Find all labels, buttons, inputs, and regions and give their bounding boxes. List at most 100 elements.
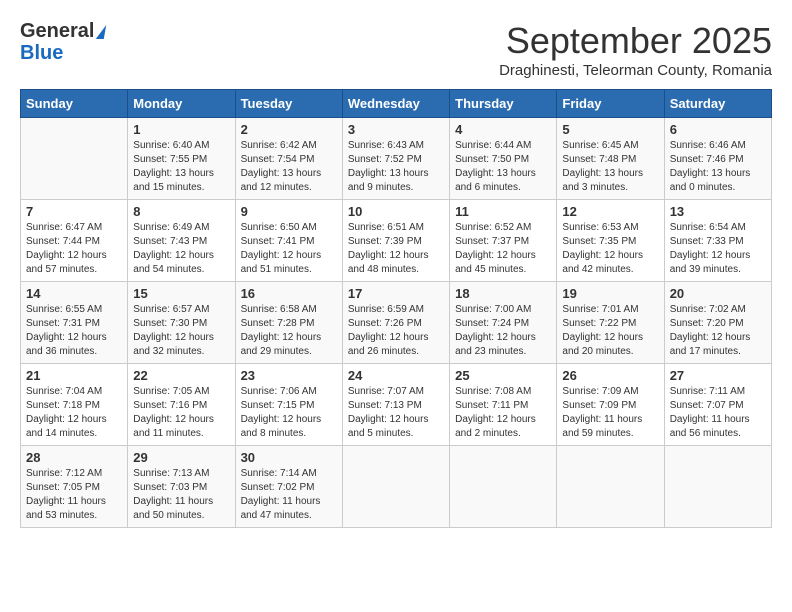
day-number: 8 (133, 204, 229, 219)
day-info: Sunrise: 7:02 AM Sunset: 7:20 PM Dayligh… (670, 303, 766, 359)
day-cell: 17 Sunrise: 6:59 AM Sunset: 7:26 PM Dayli… (342, 282, 449, 364)
day-number: 7 (26, 204, 122, 219)
day-cell: 4 Sunrise: 6:44 AM Sunset: 7:50 PM Daylig… (450, 118, 557, 200)
day-info: Sunrise: 7:13 AM Sunset: 7:03 PM Dayligh… (133, 467, 229, 523)
day-number: 19 (562, 286, 658, 301)
day-number: 14 (26, 286, 122, 301)
calendar-table: SundayMondayTuesdayWednesdayThursdayFrid… (20, 89, 772, 528)
day-info: Sunrise: 6:58 AM Sunset: 7:28 PM Dayligh… (241, 303, 337, 359)
day-info: Sunrise: 6:51 AM Sunset: 7:39 PM Dayligh… (348, 221, 444, 277)
weekday-header-thursday: Thursday (450, 90, 557, 118)
day-number: 12 (562, 204, 658, 219)
day-info: Sunrise: 6:44 AM Sunset: 7:50 PM Dayligh… (455, 139, 551, 195)
day-number: 24 (348, 368, 444, 383)
day-cell: 18 Sunrise: 7:00 AM Sunset: 7:24 PM Dayli… (450, 282, 557, 364)
header-row: SundayMondayTuesdayWednesdayThursdayFrid… (21, 90, 772, 118)
day-number: 17 (348, 286, 444, 301)
day-number: 15 (133, 286, 229, 301)
day-cell (450, 446, 557, 528)
day-cell: 28 Sunrise: 7:12 AM Sunset: 7:05 PM Dayli… (21, 446, 128, 528)
day-cell: 14 Sunrise: 6:55 AM Sunset: 7:31 PM Dayli… (21, 282, 128, 364)
week-row-2: 7 Sunrise: 6:47 AM Sunset: 7:44 PM Daylig… (21, 200, 772, 282)
day-number: 23 (241, 368, 337, 383)
week-row-1: 1Sunrise: 6:40 AM Sunset: 7:55 PM Daylig… (21, 118, 772, 200)
day-info: Sunrise: 6:50 AM Sunset: 7:41 PM Dayligh… (241, 221, 337, 277)
day-number: 5 (562, 122, 658, 137)
day-cell: 8 Sunrise: 6:49 AM Sunset: 7:43 PM Daylig… (128, 200, 235, 282)
day-cell: 23 Sunrise: 7:06 AM Sunset: 7:15 PM Dayli… (235, 364, 342, 446)
day-number: 16 (241, 286, 337, 301)
day-cell: 13Sunrise: 6:54 AM Sunset: 7:33 PM Dayli… (664, 200, 771, 282)
logo-general: General (20, 20, 105, 42)
page-header: General Blue September 2025 Draghinesti,… (20, 20, 772, 79)
day-info: Sunrise: 7:07 AM Sunset: 7:13 PM Dayligh… (348, 385, 444, 441)
logo-blue: Blue (20, 42, 63, 64)
day-number: 29 (133, 450, 229, 465)
day-info: Sunrise: 7:11 AM Sunset: 7:07 PM Dayligh… (670, 385, 766, 441)
day-cell: 19 Sunrise: 7:01 AM Sunset: 7:22 PM Dayli… (557, 282, 664, 364)
day-info: Sunrise: 6:40 AM Sunset: 7:55 PM Dayligh… (133, 139, 229, 195)
day-number: 25 (455, 368, 551, 383)
day-number: 18 (455, 286, 551, 301)
day-number: 6 (670, 122, 766, 137)
day-info: Sunrise: 6:59 AM Sunset: 7:26 PM Dayligh… (348, 303, 444, 359)
day-cell: 22 Sunrise: 7:05 AM Sunset: 7:16 PM Dayli… (128, 364, 235, 446)
day-cell: 29 Sunrise: 7:13 AM Sunset: 7:03 PM Dayli… (128, 446, 235, 528)
logo: General Blue (20, 20, 105, 64)
day-number: 28 (26, 450, 122, 465)
day-cell (664, 446, 771, 528)
day-info: Sunrise: 6:57 AM Sunset: 7:30 PM Dayligh… (133, 303, 229, 359)
day-number: 26 (562, 368, 658, 383)
day-cell: 30 Sunrise: 7:14 AM Sunset: 7:02 PM Dayli… (235, 446, 342, 528)
day-number: 20 (670, 286, 766, 301)
day-cell: 11 Sunrise: 6:52 AM Sunset: 7:37 PM Dayli… (450, 200, 557, 282)
day-info: Sunrise: 7:01 AM Sunset: 7:22 PM Dayligh… (562, 303, 658, 359)
weekday-header-wednesday: Wednesday (342, 90, 449, 118)
day-cell: 20 Sunrise: 7:02 AM Sunset: 7:20 PM Dayli… (664, 282, 771, 364)
day-info: Sunrise: 7:09 AM Sunset: 7:09 PM Dayligh… (562, 385, 658, 441)
day-cell: 26 Sunrise: 7:09 AM Sunset: 7:09 PM Dayli… (557, 364, 664, 446)
weekday-header-sunday: Sunday (21, 90, 128, 118)
day-info: Sunrise: 7:12 AM Sunset: 7:05 PM Dayligh… (26, 467, 122, 523)
day-cell: 9Sunrise: 6:50 AM Sunset: 7:41 PM Daylig… (235, 200, 342, 282)
day-info: Sunrise: 6:47 AM Sunset: 7:44 PM Dayligh… (26, 221, 122, 277)
day-info: Sunrise: 6:42 AM Sunset: 7:54 PM Dayligh… (241, 139, 337, 195)
day-cell (557, 446, 664, 528)
day-info: Sunrise: 6:53 AM Sunset: 7:35 PM Dayligh… (562, 221, 658, 277)
day-number: 4 (455, 122, 551, 137)
day-cell: 25Sunrise: 7:08 AM Sunset: 7:11 PM Dayli… (450, 364, 557, 446)
day-cell: 1Sunrise: 6:40 AM Sunset: 7:55 PM Daylig… (128, 118, 235, 200)
day-cell: 15 Sunrise: 6:57 AM Sunset: 7:30 PM Dayli… (128, 282, 235, 364)
day-info: Sunrise: 7:14 AM Sunset: 7:02 PM Dayligh… (241, 467, 337, 523)
location-subtitle: Draghinesti, Teleorman County, Romania (499, 62, 772, 79)
day-info: Sunrise: 6:54 AM Sunset: 7:33 PM Dayligh… (670, 221, 766, 277)
day-number: 3 (348, 122, 444, 137)
day-cell: 24 Sunrise: 7:07 AM Sunset: 7:13 PM Dayli… (342, 364, 449, 446)
day-info: Sunrise: 6:43 AM Sunset: 7:52 PM Dayligh… (348, 139, 444, 195)
day-info: Sunrise: 6:45 AM Sunset: 7:48 PM Dayligh… (562, 139, 658, 195)
day-cell (21, 118, 128, 200)
week-row-3: 14 Sunrise: 6:55 AM Sunset: 7:31 PM Dayli… (21, 282, 772, 364)
day-cell: 21Sunrise: 7:04 AM Sunset: 7:18 PM Dayli… (21, 364, 128, 446)
day-cell: 12 Sunrise: 6:53 AM Sunset: 7:35 PM Dayli… (557, 200, 664, 282)
day-info: Sunrise: 6:46 AM Sunset: 7:46 PM Dayligh… (670, 139, 766, 195)
weekday-header-saturday: Saturday (664, 90, 771, 118)
day-cell: 2Sunrise: 6:42 AM Sunset: 7:54 PM Daylig… (235, 118, 342, 200)
day-info: Sunrise: 7:04 AM Sunset: 7:18 PM Dayligh… (26, 385, 122, 441)
weekday-header-friday: Friday (557, 90, 664, 118)
day-info: Sunrise: 7:05 AM Sunset: 7:16 PM Dayligh… (133, 385, 229, 441)
day-info: Sunrise: 7:00 AM Sunset: 7:24 PM Dayligh… (455, 303, 551, 359)
day-info: Sunrise: 6:52 AM Sunset: 7:37 PM Dayligh… (455, 221, 551, 277)
day-number: 30 (241, 450, 337, 465)
day-number: 11 (455, 204, 551, 219)
week-row-5: 28 Sunrise: 7:12 AM Sunset: 7:05 PM Dayli… (21, 446, 772, 528)
day-info: Sunrise: 6:55 AM Sunset: 7:31 PM Dayligh… (26, 303, 122, 359)
day-info: Sunrise: 6:49 AM Sunset: 7:43 PM Dayligh… (133, 221, 229, 277)
day-number: 10 (348, 204, 444, 219)
day-info: Sunrise: 7:06 AM Sunset: 7:15 PM Dayligh… (241, 385, 337, 441)
day-cell: 10 Sunrise: 6:51 AM Sunset: 7:39 PM Dayli… (342, 200, 449, 282)
day-cell: 16 Sunrise: 6:58 AM Sunset: 7:28 PM Dayli… (235, 282, 342, 364)
day-number: 22 (133, 368, 229, 383)
week-row-4: 21Sunrise: 7:04 AM Sunset: 7:18 PM Dayli… (21, 364, 772, 446)
title-section: September 2025 Draghinesti, Teleorman Co… (499, 20, 772, 79)
